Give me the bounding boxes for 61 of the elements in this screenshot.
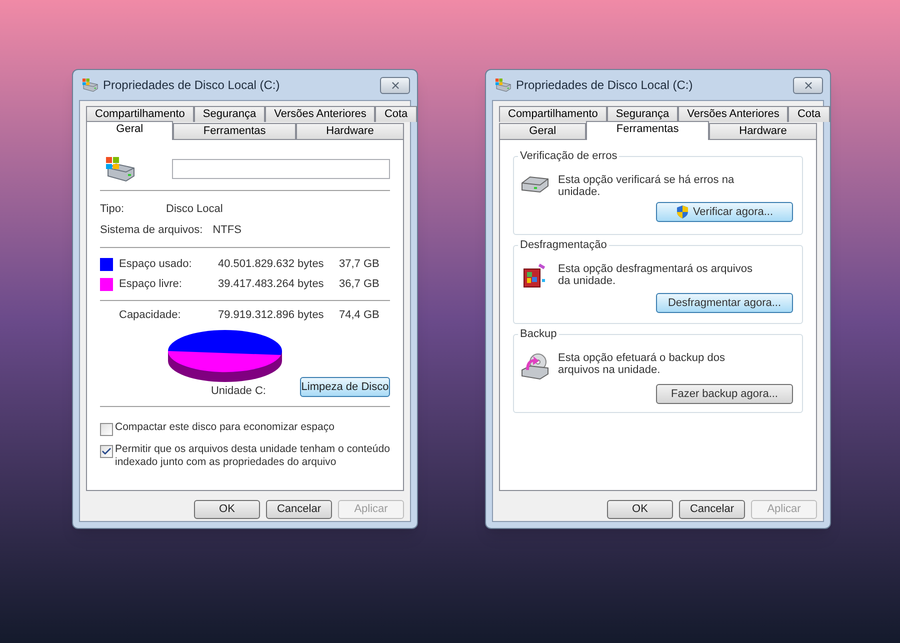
tab[interactable]: Compartilhamento [86,106,194,122]
group-title: Backup [518,327,559,341]
tab[interactable]: Cota [788,106,830,122]
capacity-bytes: 79.919.312.896 bytes [218,308,325,323]
dialog-button[interactable]: OK [607,500,673,519]
dialog-button[interactable]: Cancelar [266,500,332,519]
group-title: Desfragmentação [518,238,609,252]
checkbox-label: Compactar este disco para economizar espaço [115,420,334,434]
tab[interactable]: Hardware [296,123,404,139]
info-value: NTFS [212,223,242,238]
drive-name-field[interactable] [172,159,390,179]
drive-icon [81,78,99,92]
drive-icon [104,156,136,182]
group-description: Esta opção verificará se há erros na unidade. [558,174,736,198]
group-title: Verificação de erros [518,149,620,163]
drive-icon [494,78,512,92]
checkbox[interactable] [100,422,113,436]
capacity-label: Capacidade: [118,308,182,323]
info-label: Sistema de arquivos: [100,223,203,238]
space-size: 37,7 GB [339,256,380,272]
tab[interactable]: Cota [375,106,417,122]
space-size: 36,7 GB [339,276,380,292]
window-title: Propriedades de Disco Local (C:) [516,77,694,94]
space-bytes: 40.501.829.632 bytes [218,256,325,272]
action-button[interactable]: Desfragmentar agora... [656,293,793,313]
close-button[interactable] [793,76,823,94]
dialog-button[interactable]: OK [194,500,260,519]
info-label: Tipo: [100,202,126,218]
info-value: Disco Local [166,202,223,218]
backup-drive-icon [520,352,550,380]
close-button[interactable] [380,76,410,94]
shield-icon [676,205,689,219]
drive-label: Unidade C: [210,384,266,399]
checkbox[interactable] [100,444,113,458]
hard-drive-icon [520,174,550,194]
tab[interactable]: Geral [499,123,586,139]
capacity-size: 74,4 GB [339,308,380,323]
space-label: Espaço usado: [119,256,193,272]
check-icon [101,446,112,456]
window-title: Propriedades de Disco Local (C:) [103,77,281,94]
space-bytes: 39.417.483.264 bytes [218,276,325,292]
tab[interactable]: Segurança [194,106,266,122]
defragment-blocks-icon [522,263,548,289]
tab[interactable]: Versões Anteriores [265,106,376,122]
action-button[interactable]: Verificar agora... [656,202,793,222]
tab[interactable]: Compartilhamento [499,106,607,122]
space-label: Espaço livre: [119,276,183,292]
tab[interactable]: Hardware [708,123,817,139]
tab[interactable]: Geral [86,121,174,140]
tab[interactable]: Ferramentas [173,123,296,139]
close-icon [802,80,814,90]
checkbox-label: Permitir que os arquivos desta unidade tenham o conteúdo indexado junto com as propriedades do arquivo [115,442,390,468]
tab[interactable]: Versões Anteriores [678,106,788,122]
disk-cleanup-button[interactable]: Limpeza de Disco [300,377,390,398]
dialog-button[interactable]: Cancelar [679,500,745,519]
tab[interactable]: Ferramentas [586,121,709,140]
tab[interactable]: Segurança [606,106,678,122]
close-icon [390,80,400,90]
group-description: Esta opção efetuará o backup dos arquivos na unidade. [558,352,726,376]
action-button[interactable]: Fazer backup agora... [656,384,793,404]
group-description: Esta opção desfragmentará os arquivos da unidade. [558,263,754,287]
